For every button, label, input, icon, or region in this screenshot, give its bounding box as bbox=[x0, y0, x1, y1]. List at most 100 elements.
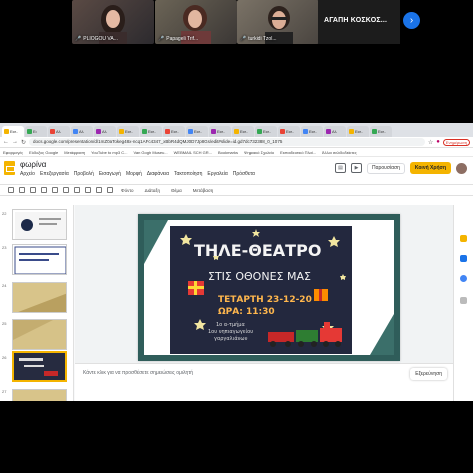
bookmark-item[interactable]: Άλλοι σελιδοδείκτες bbox=[322, 150, 357, 155]
toolbar-background[interactable]: Φόντο bbox=[118, 188, 137, 193]
shape-icon[interactable] bbox=[96, 187, 102, 193]
reload-icon[interactable]: ↻ bbox=[21, 139, 26, 146]
bookmark-item[interactable]: WEBMAIL SCH GR... bbox=[174, 150, 212, 155]
poster-footer-1: 1ο α-τμήμα bbox=[216, 321, 245, 328]
tab-label: Εισ.. bbox=[378, 129, 387, 134]
toolbar-layout[interactable]: Διάταξη bbox=[142, 188, 163, 193]
bookmark-item[interactable]: Van Gogh Museu... bbox=[133, 150, 167, 155]
zoom-icon[interactable] bbox=[52, 187, 58, 193]
menu-item[interactable]: Προβολή bbox=[74, 171, 94, 177]
calendar-icon[interactable] bbox=[460, 275, 467, 282]
undo-icon[interactable] bbox=[19, 187, 25, 193]
chevron-right-icon[interactable]: › bbox=[403, 12, 420, 29]
new-slide-icon[interactable] bbox=[8, 187, 14, 193]
browser-tab[interactable]: Εισ.. bbox=[278, 126, 300, 137]
browser-tab[interactable]: Εισ.. bbox=[232, 126, 254, 137]
slide-thumbnail[interactable] bbox=[12, 244, 67, 275]
browser-tab[interactable]: Αλ bbox=[48, 126, 70, 137]
menu-item[interactable]: Μορφή bbox=[126, 171, 142, 177]
image-icon[interactable] bbox=[85, 187, 91, 193]
star-icon[interactable]: ☆ bbox=[428, 139, 433, 146]
avatar[interactable] bbox=[456, 162, 467, 174]
bookmark-item[interactable]: Εκπαιδευτικό Πλαί... bbox=[280, 150, 316, 155]
slide-number: 25 bbox=[2, 321, 7, 326]
comments-icon[interactable]: ▤ bbox=[335, 163, 347, 173]
select-icon[interactable] bbox=[63, 187, 69, 193]
slide-canvas[interactable]: ΤΗΛΕ-ΘΕΑΤΡΟ ΣΤΙΣ ΟΘΟΝΕΣ ΜΑΣ ΤΕΤΑΡΤΗ 23-1… bbox=[75, 205, 453, 385]
bookmark-item[interactable]: Μετάφραση bbox=[64, 150, 85, 155]
menu-item[interactable]: Επεξεργασία bbox=[40, 171, 69, 177]
poster-time: ΩΡΑ: 11:30 bbox=[218, 307, 275, 317]
side-panel bbox=[453, 205, 473, 401]
speaker-notes[interactable]: Κάντε κλικ για να προσθέσετε σημειώσεις … bbox=[75, 363, 453, 401]
tab-label: Αλ bbox=[79, 129, 84, 134]
forward-arrow-icon[interactable]: → bbox=[12, 139, 18, 145]
tasks-icon[interactable] bbox=[460, 255, 467, 262]
print-icon[interactable] bbox=[41, 187, 47, 193]
slide-number: 26 bbox=[2, 355, 7, 360]
tab-label: Εισ.. bbox=[263, 129, 272, 134]
update-button[interactable]: Ενημέρωση bbox=[442, 138, 470, 146]
textbox-icon[interactable] bbox=[74, 187, 80, 193]
explore-button[interactable]: Εξερεύνηση bbox=[410, 368, 447, 380]
menu-item[interactable]: Τακτοποίηση bbox=[174, 171, 202, 177]
participant-tile-4[interactable]: ΑΓΑΠΗ ΚΟΣΚΟΣ... bbox=[318, 0, 400, 44]
slide-thumbnail[interactable] bbox=[12, 209, 67, 240]
slide-thumbnail[interactable] bbox=[12, 389, 67, 401]
bookmark-item[interactable]: Ψηφιακό Σχολείο bbox=[244, 150, 274, 155]
bookmark-item[interactable]: Εύδοξος Google bbox=[29, 150, 58, 155]
notes-placeholder[interactable]: Κάντε κλικ για να προσθέσετε σημειώσεις … bbox=[83, 370, 193, 376]
redo-icon[interactable] bbox=[30, 187, 36, 193]
bookmark-item[interactable]: Εφαρμογές bbox=[3, 150, 23, 155]
present-button[interactable]: Παρουσίαση bbox=[367, 162, 405, 174]
toolbar-theme[interactable]: Θέμα bbox=[168, 188, 185, 193]
participant-tile-3[interactable]: 🎤 turkidi Tzol... bbox=[237, 0, 319, 44]
url-field[interactable]: docs.google.com/presentation/d/1mZ0aToke… bbox=[29, 138, 425, 146]
browser-tab[interactable]: Εισ.. bbox=[370, 126, 392, 137]
add-addon-icon[interactable] bbox=[460, 297, 467, 304]
keep-icon[interactable] bbox=[460, 235, 467, 242]
tab-bar: Εισ.. Ει Αλ Αλ Αλ Εισ.. Εισ.. Εισ.. Εισ.. Εισ.. Ει… bbox=[0, 123, 473, 137]
screen: 🎤 PLIOGOU VA... 🎤 Papageli Trif... 🎤 turkid… bbox=[0, 0, 473, 473]
bookmark-item[interactable]: YouTube to mp3 C... bbox=[91, 150, 127, 155]
browser-tab[interactable]: Ει bbox=[25, 126, 47, 137]
current-slide[interactable]: ΤΗΛΕ-ΘΕΑΤΡΟ ΣΤΙΣ ΟΘΟΝΕΣ ΜΑΣ ΤΕΤΑΡΤΗ 23-1… bbox=[138, 214, 400, 361]
menu-item[interactable]: Εργαλεία bbox=[207, 171, 227, 177]
poster-footer-3: γαργαλιάνων bbox=[214, 335, 248, 342]
document-title[interactable]: φωρίνα bbox=[20, 160, 46, 169]
browser-tab[interactable]: Εισ.. bbox=[301, 126, 323, 137]
slide-thumbnail-selected[interactable] bbox=[12, 351, 67, 382]
tab-label: Αλ bbox=[332, 129, 337, 134]
browser-tab[interactable]: Εισ.. bbox=[186, 126, 208, 137]
browser-tab[interactable]: Αλ bbox=[71, 126, 93, 137]
participant-name-4: ΑΓΑΠΗ ΚΟΣΚΟΣ... bbox=[324, 17, 388, 24]
share-button[interactable]: Κοινή Χρήση bbox=[409, 162, 451, 174]
bookmark-item[interactable]: Bookmarks bbox=[218, 150, 238, 155]
browser-tab[interactable]: Εισ.. bbox=[117, 126, 139, 137]
browser-tab[interactable]: Αλ bbox=[324, 126, 346, 137]
tab-favicon-icon bbox=[27, 129, 32, 134]
menu-item[interactable]: Αρχείο bbox=[20, 171, 35, 177]
slides-logo-icon[interactable] bbox=[4, 161, 15, 175]
browser-tab[interactable]: Εισ.. bbox=[347, 126, 369, 137]
slide-thumbnail[interactable] bbox=[12, 282, 67, 313]
toolbar-transition[interactable]: Μετάβαση bbox=[190, 188, 217, 193]
line-icon[interactable] bbox=[107, 187, 113, 193]
browser-tab[interactable]: Εισ.. bbox=[140, 126, 162, 137]
menu-item[interactable]: Διαφάνεια bbox=[147, 171, 169, 177]
browser-tab[interactable]: Εισ.. bbox=[2, 126, 24, 137]
browser-tab[interactable]: Αλ bbox=[94, 126, 116, 137]
browser-tab[interactable]: Εισ.. bbox=[163, 126, 185, 137]
menu-item[interactable]: Εισαγωγή bbox=[99, 171, 121, 177]
profile-icon[interactable]: ● bbox=[436, 139, 440, 145]
menu-item[interactable]: Πρόσθετα bbox=[233, 171, 255, 177]
browser-tab[interactable]: Εισ.. bbox=[209, 126, 231, 137]
participant-tile-1[interactable]: 🎤 PLIOGOU VA... bbox=[72, 0, 154, 44]
back-arrow-icon[interactable]: ← bbox=[3, 139, 9, 145]
slide-thumbnail[interactable] bbox=[12, 319, 67, 350]
meet-icon[interactable]: ▶ bbox=[351, 163, 363, 173]
slide-filmstrip[interactable]: 22 23 24 25 26 27 bbox=[0, 205, 74, 401]
tab-favicon-icon bbox=[303, 129, 308, 134]
browser-tab[interactable]: Εισ.. bbox=[255, 126, 277, 137]
participant-tile-2[interactable]: 🎤 Papageli Trif... bbox=[155, 0, 237, 44]
